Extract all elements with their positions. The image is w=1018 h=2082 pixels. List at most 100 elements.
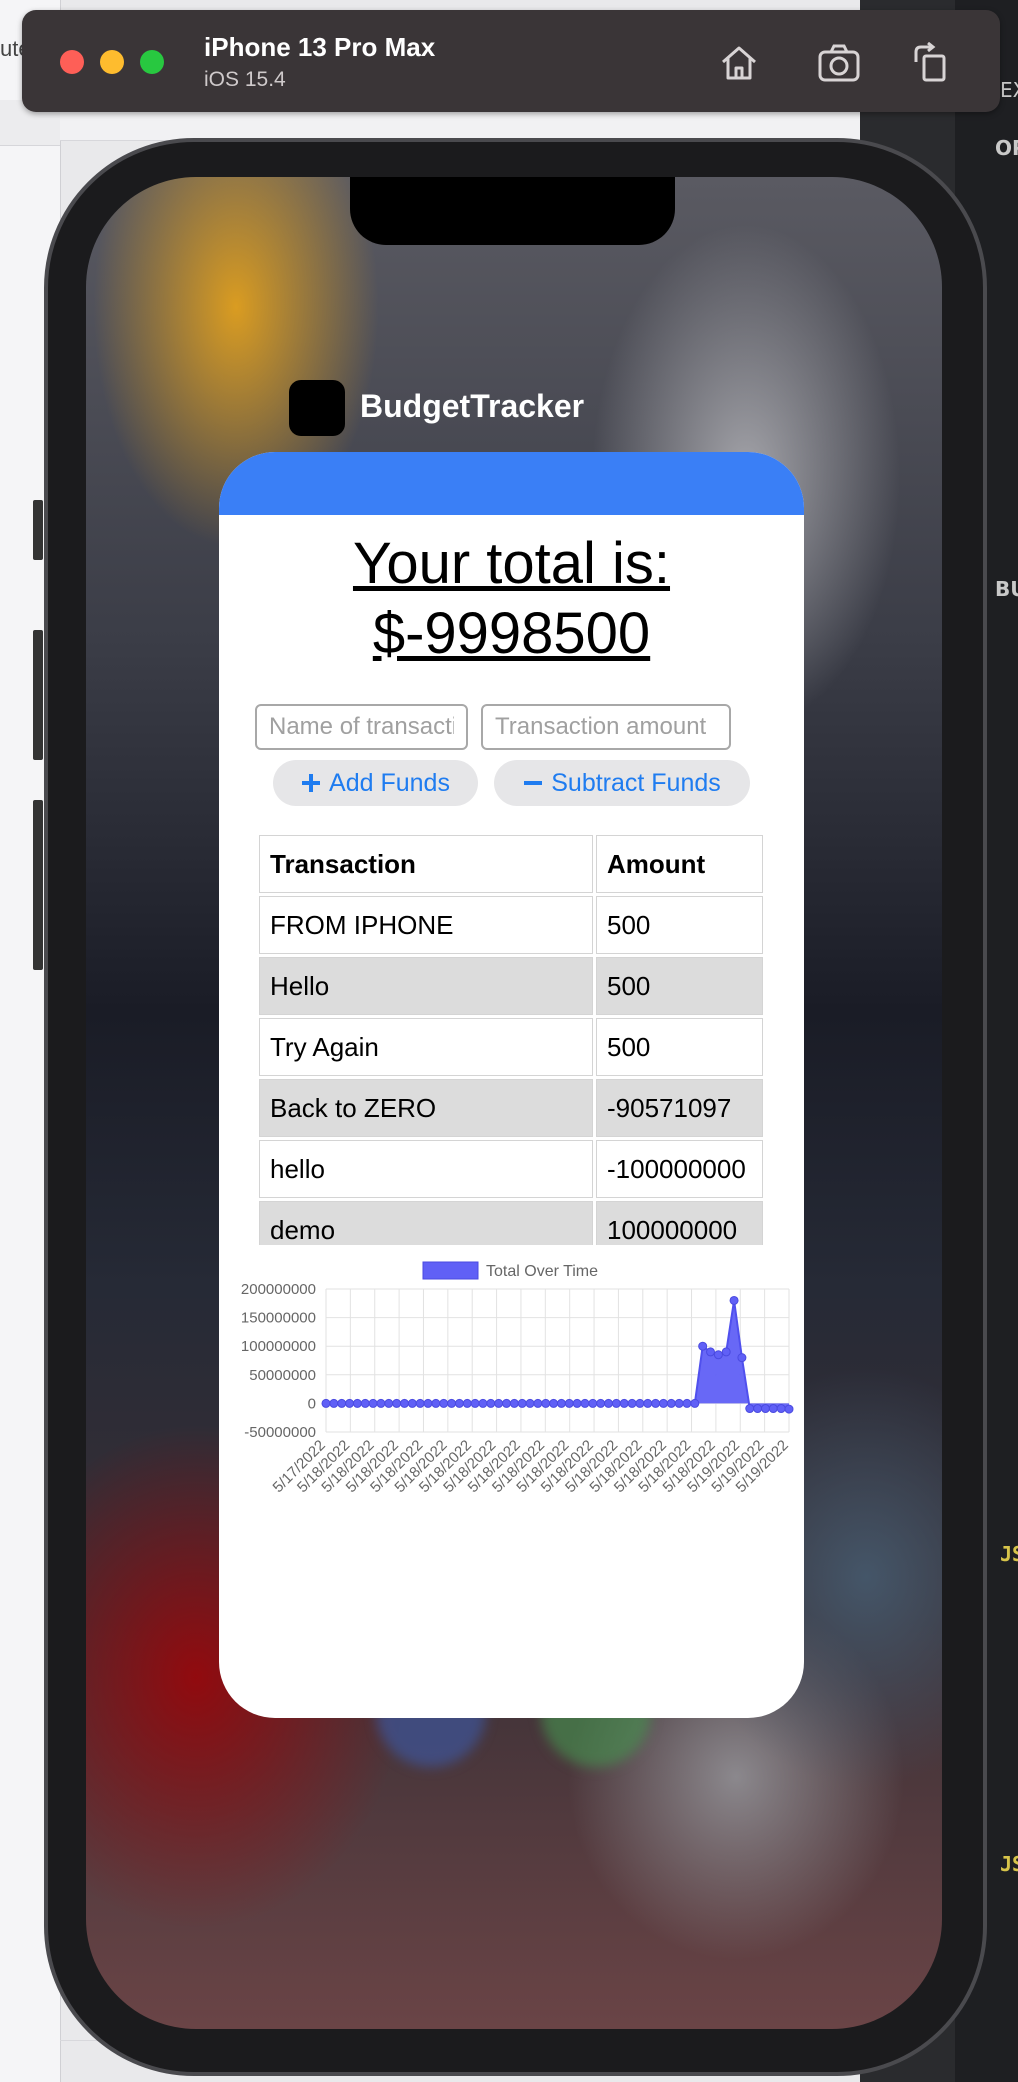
data-point xyxy=(572,1398,582,1408)
data-point xyxy=(431,1398,441,1408)
close-window-button[interactable] xyxy=(60,50,84,74)
data-point xyxy=(643,1398,653,1408)
table-row: demo 100000000 xyxy=(259,1201,763,1245)
amount-cell: 100000000 xyxy=(596,1201,763,1245)
data-point xyxy=(439,1398,449,1408)
legend-swatch xyxy=(422,1261,479,1280)
background-editor-text: BU xyxy=(995,577,1018,601)
data-point xyxy=(399,1398,409,1408)
data-point xyxy=(392,1398,402,1408)
subtract-funds-label: Subtract Funds xyxy=(551,768,721,797)
transaction-cell: hello xyxy=(259,1140,593,1198)
data-point xyxy=(721,1347,731,1357)
data-point xyxy=(470,1398,480,1408)
data-point xyxy=(784,1404,794,1414)
subtract-funds-button[interactable]: Subtract Funds xyxy=(494,760,750,806)
total-label: Your total is: xyxy=(352,531,671,596)
data-point xyxy=(321,1398,331,1408)
amount-cell: -100000000 xyxy=(596,1140,763,1198)
transactions-table: Transaction Amount FROM IPHONE 500 Hello 5… xyxy=(259,835,763,1245)
data-point xyxy=(533,1398,543,1408)
data-point xyxy=(384,1398,394,1408)
data-point xyxy=(525,1398,535,1408)
simulator-device-name: iPhone 13 Pro Max xyxy=(204,32,436,62)
data-point xyxy=(415,1398,425,1408)
background-editor-text: JS xyxy=(1000,1542,1018,1566)
table-row: Back to ZERO -90571097 xyxy=(259,1079,763,1137)
data-point xyxy=(635,1398,645,1408)
data-point xyxy=(588,1398,598,1408)
y-tick-label: 0 xyxy=(308,1395,316,1412)
data-point xyxy=(690,1398,700,1408)
table-row: FROM IPHONE 500 xyxy=(259,896,763,954)
simulator-title-bar: iPhone 13 Pro Max iOS 15.4 xyxy=(22,10,1000,112)
data-point xyxy=(454,1398,464,1408)
zoom-window-button[interactable] xyxy=(140,50,164,74)
minimize-window-button[interactable] xyxy=(100,50,124,74)
background-scroll-marker xyxy=(33,630,43,760)
data-point xyxy=(368,1398,378,1408)
total-value: $-9998500 xyxy=(372,601,651,666)
transactions-table-container: Transaction Amount FROM IPHONE 500 Hello 5… xyxy=(259,835,763,1245)
background-editor-text: OP xyxy=(995,136,1018,160)
data-point xyxy=(651,1398,661,1408)
data-point xyxy=(329,1398,339,1408)
data-point xyxy=(596,1398,606,1408)
transaction-amount-input[interactable] xyxy=(481,704,731,750)
amount-cell: 500 xyxy=(596,1018,763,1076)
data-point xyxy=(658,1398,668,1408)
minus-icon xyxy=(524,781,543,785)
transaction-cell: Try Again xyxy=(259,1018,593,1076)
plus-icon xyxy=(302,774,321,792)
rotate-button[interactable] xyxy=(906,38,956,88)
transaction-cell: FROM IPHONE xyxy=(259,896,593,954)
data-point xyxy=(447,1398,457,1408)
table-row: hello -100000000 xyxy=(259,1140,763,1198)
home-button[interactable] xyxy=(714,38,764,88)
data-point xyxy=(619,1398,629,1408)
table-row: Try Again 500 xyxy=(259,1018,763,1076)
data-point xyxy=(737,1353,747,1363)
camera-icon xyxy=(818,44,860,82)
amount-cell: -90571097 xyxy=(596,1079,763,1137)
y-tick-label: 50000000 xyxy=(249,1367,316,1384)
data-point xyxy=(706,1347,716,1357)
iphone-notch xyxy=(350,177,675,245)
data-point xyxy=(486,1398,496,1408)
screenshot-button[interactable] xyxy=(814,38,864,88)
background-editor-text: EX xyxy=(1000,78,1018,102)
data-point xyxy=(423,1398,433,1408)
data-point xyxy=(666,1398,676,1408)
app-preview-card[interactable]: Your total is: $-9998500 Add Funds Subtr… xyxy=(219,452,804,1718)
app-icon[interactable] xyxy=(289,380,345,436)
data-point xyxy=(462,1398,472,1408)
legend-label: Total Over Time xyxy=(486,1263,598,1280)
data-point xyxy=(627,1398,637,1408)
y-tick-label: -50000000 xyxy=(244,1424,316,1441)
data-point xyxy=(376,1398,386,1408)
table-row: Hello 500 xyxy=(259,957,763,1015)
amount-cell: 500 xyxy=(596,957,763,1015)
data-point xyxy=(729,1295,739,1305)
data-point xyxy=(556,1398,566,1408)
data-point xyxy=(745,1404,755,1414)
data-point xyxy=(352,1398,362,1408)
y-tick-label: 100000000 xyxy=(241,1338,316,1355)
background-editor-text: JS xyxy=(1000,1852,1018,1876)
transaction-cell: demo xyxy=(259,1201,593,1245)
column-header-transaction: Transaction xyxy=(259,835,593,893)
data-point xyxy=(682,1398,692,1408)
transaction-name-input[interactable] xyxy=(255,704,468,750)
y-tick-label: 200000000 xyxy=(241,1281,316,1298)
data-point xyxy=(580,1398,590,1408)
transaction-cell: Back to ZERO xyxy=(259,1079,593,1137)
rotate-icon xyxy=(914,42,946,82)
data-point xyxy=(541,1398,551,1408)
data-point xyxy=(494,1398,504,1408)
data-point xyxy=(760,1404,770,1414)
background-scroll-marker xyxy=(33,500,43,560)
app-name: BudgetTracker xyxy=(360,388,585,424)
add-funds-label: Add Funds xyxy=(329,768,450,797)
add-funds-button[interactable]: Add Funds xyxy=(273,760,478,806)
data-point xyxy=(611,1398,621,1408)
